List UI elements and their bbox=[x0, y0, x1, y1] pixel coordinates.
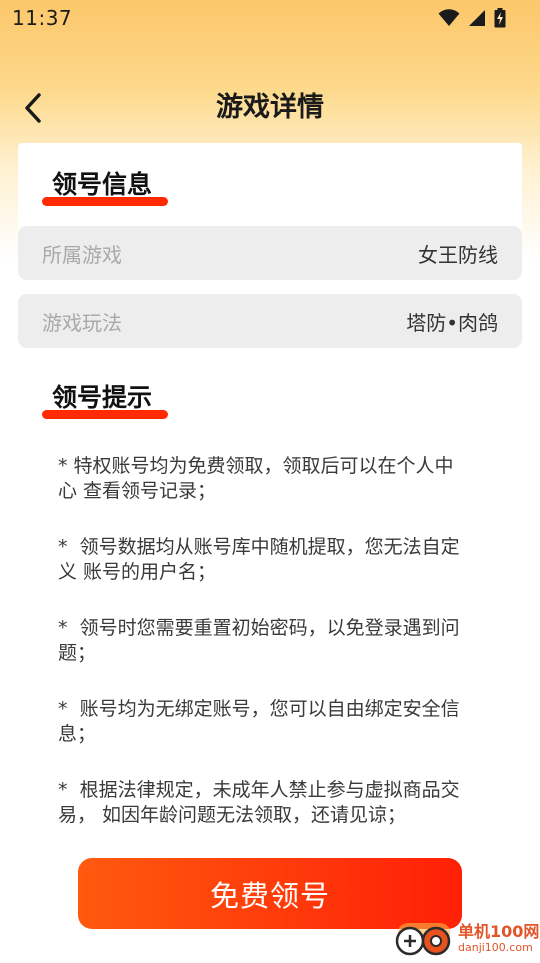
field-row-gameplay: 游戏玩法 塔防•肉鸽 bbox=[18, 294, 522, 348]
field-label: 所属游戏 bbox=[42, 242, 122, 267]
tip-item: * 账号均为无绑定账号，您可以自由绑定安全信 息； bbox=[58, 698, 460, 745]
status-icons bbox=[438, 8, 506, 28]
watermark-logo bbox=[392, 919, 456, 959]
tip-item: * 特权账号均为免费领取，领取后可以在个人中 心 查看领号记录； bbox=[58, 455, 454, 502]
app-header: 游戏详情 bbox=[0, 78, 540, 138]
field-value: 女王防线 bbox=[418, 242, 498, 267]
watermark-url: danji100.com bbox=[458, 941, 533, 954]
field-value: 塔防•肉鸽 bbox=[406, 310, 498, 335]
tip-item: * 领号数据均从账号库中随机提取，您无法自定 义 账号的用户名； bbox=[58, 536, 460, 583]
watermark-text: 单机100网 danji100.com bbox=[458, 923, 539, 955]
status-bar: 11:37 bbox=[0, 0, 540, 36]
watermark-gamepad-icon bbox=[395, 923, 451, 956]
watermark-name: 单机100网 bbox=[458, 922, 540, 941]
field-row-game: 所属游戏 女王防线 bbox=[18, 226, 522, 280]
field-label: 游戏玩法 bbox=[42, 310, 122, 335]
wifi-icon bbox=[438, 9, 460, 26]
battery-charging-icon bbox=[494, 8, 506, 28]
account-info-section-title: 领号信息 bbox=[52, 170, 153, 199]
page-title: 游戏详情 bbox=[216, 92, 324, 123]
tips-section-title: 领号提示 bbox=[52, 383, 153, 412]
status-time: 11:37 bbox=[12, 6, 73, 30]
watermark: 单机100网 danji100.com bbox=[392, 918, 540, 960]
signal-icon bbox=[469, 10, 485, 26]
tip-item: * 根据法律规定，未成年人禁止参与虚拟商品交 易， 如因年龄问题无法领取，还请见… bbox=[58, 779, 460, 826]
tip-item: * 领号时您需要重置初始密码，以免登录遇到问 题； bbox=[58, 617, 460, 664]
